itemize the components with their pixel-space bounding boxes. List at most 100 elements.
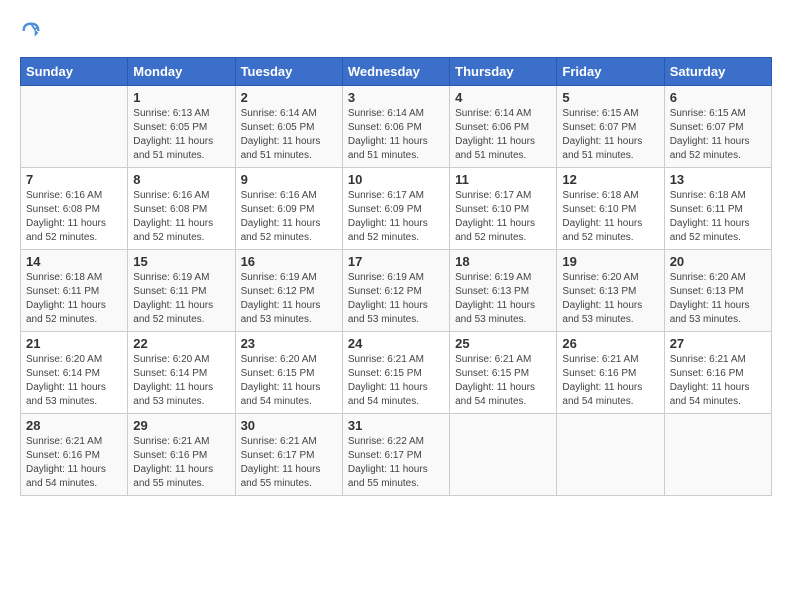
calendar-cell: 15 Sunrise: 6:19 AMSunset: 6:11 PMDayligh… bbox=[128, 250, 235, 332]
day-info: Sunrise: 6:14 AMSunset: 6:06 PMDaylight:… bbox=[348, 107, 444, 163]
day-number: 17 bbox=[348, 254, 444, 269]
day-number: 31 bbox=[348, 418, 444, 433]
header-day-friday: Friday bbox=[557, 58, 664, 86]
calendar-cell bbox=[450, 414, 557, 496]
day-number: 12 bbox=[562, 172, 658, 187]
calendar-cell: 29 Sunrise: 6:21 AMSunset: 6:16 PMDayligh… bbox=[128, 414, 235, 496]
day-info: Sunrise: 6:21 AMSunset: 6:15 PMDaylight:… bbox=[455, 353, 551, 409]
day-info: Sunrise: 6:14 AMSunset: 6:06 PMDaylight:… bbox=[455, 107, 551, 163]
calendar-cell: 16 Sunrise: 6:19 AMSunset: 6:12 PMDayligh… bbox=[235, 250, 342, 332]
header-day-saturday: Saturday bbox=[664, 58, 771, 86]
day-info: Sunrise: 6:16 AMSunset: 6:08 PMDaylight:… bbox=[133, 189, 229, 245]
calendar-cell: 19 Sunrise: 6:20 AMSunset: 6:13 PMDayligh… bbox=[557, 250, 664, 332]
calendar-cell: 14 Sunrise: 6:18 AMSunset: 6:11 PMDayligh… bbox=[21, 250, 128, 332]
header-day-monday: Monday bbox=[128, 58, 235, 86]
calendar-cell: 9 Sunrise: 6:16 AMSunset: 6:09 PMDaylight… bbox=[235, 168, 342, 250]
day-number: 11 bbox=[455, 172, 551, 187]
calendar-week-row: 21 Sunrise: 6:20 AMSunset: 6:14 PMDayligh… bbox=[21, 332, 772, 414]
day-info: Sunrise: 6:21 AMSunset: 6:16 PMDaylight:… bbox=[562, 353, 658, 409]
day-info: Sunrise: 6:21 AMSunset: 6:16 PMDaylight:… bbox=[670, 353, 766, 409]
calendar-cell: 8 Sunrise: 6:16 AMSunset: 6:08 PMDaylight… bbox=[128, 168, 235, 250]
header-day-wednesday: Wednesday bbox=[342, 58, 449, 86]
day-info: Sunrise: 6:19 AMSunset: 6:11 PMDaylight:… bbox=[133, 271, 229, 327]
calendar-table: SundayMondayTuesdayWednesdayThursdayFrid… bbox=[20, 57, 772, 496]
day-info: Sunrise: 6:19 AMSunset: 6:12 PMDaylight:… bbox=[348, 271, 444, 327]
calendar-week-row: 28 Sunrise: 6:21 AMSunset: 6:16 PMDayligh… bbox=[21, 414, 772, 496]
day-number: 20 bbox=[670, 254, 766, 269]
calendar-cell: 7 Sunrise: 6:16 AMSunset: 6:08 PMDaylight… bbox=[21, 168, 128, 250]
day-info: Sunrise: 6:18 AMSunset: 6:11 PMDaylight:… bbox=[670, 189, 766, 245]
day-number: 10 bbox=[348, 172, 444, 187]
calendar-cell: 6 Sunrise: 6:15 AMSunset: 6:07 PMDaylight… bbox=[664, 86, 771, 168]
day-info: Sunrise: 6:15 AMSunset: 6:07 PMDaylight:… bbox=[562, 107, 658, 163]
calendar-cell: 20 Sunrise: 6:20 AMSunset: 6:13 PMDayligh… bbox=[664, 250, 771, 332]
day-number: 13 bbox=[670, 172, 766, 187]
calendar-cell: 21 Sunrise: 6:20 AMSunset: 6:14 PMDayligh… bbox=[21, 332, 128, 414]
day-info: Sunrise: 6:16 AMSunset: 6:09 PMDaylight:… bbox=[241, 189, 337, 245]
calendar-cell: 11 Sunrise: 6:17 AMSunset: 6:10 PMDayligh… bbox=[450, 168, 557, 250]
calendar-cell bbox=[557, 414, 664, 496]
calendar-cell: 28 Sunrise: 6:21 AMSunset: 6:16 PMDayligh… bbox=[21, 414, 128, 496]
day-number: 15 bbox=[133, 254, 229, 269]
day-number: 9 bbox=[241, 172, 337, 187]
day-number: 2 bbox=[241, 90, 337, 105]
day-info: Sunrise: 6:16 AMSunset: 6:08 PMDaylight:… bbox=[26, 189, 122, 245]
calendar-cell: 27Sunrise: 6:21 AMSunset: 6:16 PMDayligh… bbox=[664, 332, 771, 414]
calendar-cell: 30Sunrise: 6:21 AMSunset: 6:17 PMDayligh… bbox=[235, 414, 342, 496]
calendar-cell: 4 Sunrise: 6:14 AMSunset: 6:06 PMDaylight… bbox=[450, 86, 557, 168]
day-info: Sunrise: 6:15 AMSunset: 6:07 PMDaylight:… bbox=[670, 107, 766, 163]
day-number: 6 bbox=[670, 90, 766, 105]
day-number: 14 bbox=[26, 254, 122, 269]
calendar-cell: 31 Sunrise: 6:22 AMSunset: 6:17 PMDayligh… bbox=[342, 414, 449, 496]
day-info: Sunrise: 6:18 AMSunset: 6:10 PMDaylight:… bbox=[562, 189, 658, 245]
calendar-week-row: 14 Sunrise: 6:18 AMSunset: 6:11 PMDayligh… bbox=[21, 250, 772, 332]
day-number: 18 bbox=[455, 254, 551, 269]
day-info: Sunrise: 6:19 AMSunset: 6:13 PMDaylight:… bbox=[455, 271, 551, 327]
calendar-cell: 1 Sunrise: 6:13 AMSunset: 6:05 PMDaylight… bbox=[128, 86, 235, 168]
day-info: Sunrise: 6:19 AMSunset: 6:12 PMDaylight:… bbox=[241, 271, 337, 327]
calendar-cell: 23Sunrise: 6:20 AMSunset: 6:15 PMDayligh… bbox=[235, 332, 342, 414]
day-number: 4 bbox=[455, 90, 551, 105]
calendar-body: 1 Sunrise: 6:13 AMSunset: 6:05 PMDaylight… bbox=[21, 86, 772, 496]
calendar-cell: 22 Sunrise: 6:20 AMSunset: 6:14 PMDayligh… bbox=[128, 332, 235, 414]
calendar-cell: 10Sunrise: 6:17 AMSunset: 6:09 PMDayligh… bbox=[342, 168, 449, 250]
calendar-cell: 24 Sunrise: 6:21 AMSunset: 6:15 PMDayligh… bbox=[342, 332, 449, 414]
day-number: 8 bbox=[133, 172, 229, 187]
day-number: 19 bbox=[562, 254, 658, 269]
calendar-week-row: 7 Sunrise: 6:16 AMSunset: 6:08 PMDaylight… bbox=[21, 168, 772, 250]
day-info: Sunrise: 6:13 AMSunset: 6:05 PMDaylight:… bbox=[133, 107, 229, 163]
day-info: Sunrise: 6:17 AMSunset: 6:10 PMDaylight:… bbox=[455, 189, 551, 245]
calendar-cell: 18 Sunrise: 6:19 AMSunset: 6:13 PMDayligh… bbox=[450, 250, 557, 332]
day-info: Sunrise: 6:21 AMSunset: 6:16 PMDaylight:… bbox=[133, 435, 229, 491]
day-info: Sunrise: 6:20 AMSunset: 6:14 PMDaylight:… bbox=[26, 353, 122, 409]
calendar-cell: 13 Sunrise: 6:18 AMSunset: 6:11 PMDayligh… bbox=[664, 168, 771, 250]
calendar-header: SundayMondayTuesdayWednesdayThursdayFrid… bbox=[21, 58, 772, 86]
day-number: 28 bbox=[26, 418, 122, 433]
day-info: Sunrise: 6:20 AMSunset: 6:14 PMDaylight:… bbox=[133, 353, 229, 409]
day-number: 3 bbox=[348, 90, 444, 105]
day-number: 24 bbox=[348, 336, 444, 351]
day-info: Sunrise: 6:20 AMSunset: 6:13 PMDaylight:… bbox=[562, 271, 658, 327]
day-info: Sunrise: 6:21 AMSunset: 6:17 PMDaylight:… bbox=[241, 435, 337, 491]
day-info: Sunrise: 6:18 AMSunset: 6:11 PMDaylight:… bbox=[26, 271, 122, 327]
header-day-thursday: Thursday bbox=[450, 58, 557, 86]
day-info: Sunrise: 6:20 AMSunset: 6:13 PMDaylight:… bbox=[670, 271, 766, 327]
day-number: 26 bbox=[562, 336, 658, 351]
day-number: 1 bbox=[133, 90, 229, 105]
header-day-tuesday: Tuesday bbox=[235, 58, 342, 86]
calendar-cell: 26 Sunrise: 6:21 AMSunset: 6:16 PMDayligh… bbox=[557, 332, 664, 414]
day-number: 22 bbox=[133, 336, 229, 351]
day-number: 16 bbox=[241, 254, 337, 269]
header-row: SundayMondayTuesdayWednesdayThursdayFrid… bbox=[21, 58, 772, 86]
calendar-cell: 12 Sunrise: 6:18 AMSunset: 6:10 PMDayligh… bbox=[557, 168, 664, 250]
day-number: 21 bbox=[26, 336, 122, 351]
day-number: 29 bbox=[133, 418, 229, 433]
logo-icon bbox=[20, 20, 42, 42]
day-number: 23 bbox=[241, 336, 337, 351]
calendar-cell bbox=[21, 86, 128, 168]
day-info: Sunrise: 6:21 AMSunset: 6:15 PMDaylight:… bbox=[348, 353, 444, 409]
day-info: Sunrise: 6:21 AMSunset: 6:16 PMDaylight:… bbox=[26, 435, 122, 491]
day-info: Sunrise: 6:22 AMSunset: 6:17 PMDaylight:… bbox=[348, 435, 444, 491]
calendar-cell: 5Sunrise: 6:15 AMSunset: 6:07 PMDaylight… bbox=[557, 86, 664, 168]
day-number: 7 bbox=[26, 172, 122, 187]
